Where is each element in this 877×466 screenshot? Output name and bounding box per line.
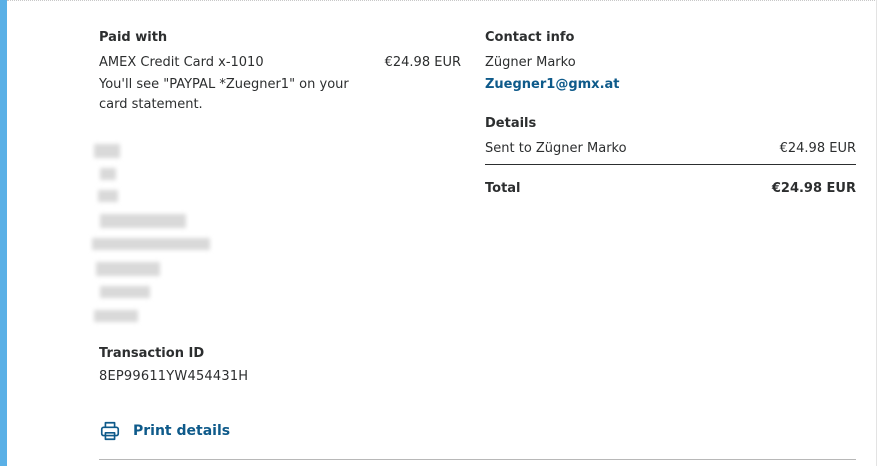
contact-email-link[interactable]: Zuegner1@gmx.at (485, 77, 620, 92)
card-amount: €24.98 EUR (384, 55, 461, 70)
paid-with-heading: Paid with (99, 30, 168, 45)
contact-info-heading: Contact info (485, 30, 575, 45)
details-heading: Details (485, 116, 537, 131)
statement-note: You'll see "PAYPAL *Zuegner1" on your ca… (99, 77, 349, 112)
total-label: Total (485, 181, 521, 196)
details-divider (485, 164, 856, 165)
printer-icon (100, 421, 120, 441)
left-accent-bar (0, 0, 7, 466)
total-row: Total €24.98 EUR (485, 181, 856, 196)
print-details-link[interactable]: Print details (99, 420, 230, 442)
transaction-id-heading: Transaction ID (99, 346, 205, 361)
top-dotted-border (7, 0, 877, 1)
sent-to-amount: €24.98 EUR (779, 141, 856, 156)
details-sent-row: Sent to Zügner Marko €24.98 EUR (485, 141, 856, 156)
contact-name: Zügner Marko (485, 55, 576, 70)
print-details-label: Print details (133, 423, 231, 439)
total-amount: €24.98 EUR (771, 181, 856, 196)
sent-to-label: Sent to Zügner Marko (485, 141, 627, 156)
transaction-id-value: 8EP99611YW454431H (99, 369, 249, 384)
redacted-address (88, 138, 228, 328)
bottom-divider (99, 459, 856, 460)
card-name: AMEX Credit Card x-1010 (99, 55, 264, 70)
